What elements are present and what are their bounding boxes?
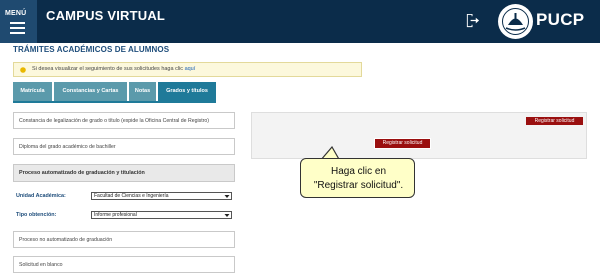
list-item-label: Constancia de legalización de grado o tí… <box>19 118 210 124</box>
tab-underline <box>13 101 216 103</box>
section-header-label: Proceso automatizado de graduación y tit… <box>19 170 145 176</box>
tab-grados-titulos[interactable]: Grados y títulos <box>158 82 216 101</box>
info-icon <box>20 67 26 73</box>
tipo-obtencion-select[interactable]: Informe profesional <box>91 211 232 219</box>
logout-icon[interactable] <box>465 13 480 28</box>
list-item-label: Solicitud en blanco <box>19 262 63 268</box>
list-item-proceso-no-automatizado[interactable]: Proceso no automatizado de graduación <box>13 231 235 248</box>
list-item-constancia[interactable]: Constancia de legalización de grado o tí… <box>13 112 235 129</box>
registrar-solicitud-button[interactable]: Registrar solicitud <box>374 138 431 149</box>
unidad-academica-value: Facultad de Ciencias e Ingeniería <box>94 193 169 199</box>
notice-text: Si desea visualizar el seguimiento de su… <box>32 66 196 72</box>
menu-button[interactable]: MENÚ <box>0 0 37 43</box>
pucp-seal-icon <box>498 4 533 39</box>
list-item-label: Diploma del grado académico de bachiller <box>19 144 116 150</box>
menu-label: MENÚ <box>5 10 27 17</box>
callout-line-2: "Registrar solicitud". <box>313 180 404 191</box>
list-item-diploma[interactable]: Diploma del grado académico de bachiller <box>13 138 235 155</box>
unidad-academica-select[interactable]: Facultad de Ciencias e Ingeniería <box>91 192 232 200</box>
hamburger-icon <box>10 22 25 34</box>
tipo-obtencion-value: Informe profesional <box>94 212 137 218</box>
notice-link[interactable]: aquí <box>185 66 196 72</box>
list-item-solicitud-blanco[interactable]: Solicitud en blanco <box>13 256 235 273</box>
pucp-logo-text: PUCP <box>536 10 585 29</box>
tipo-obtencion-label: Tipo obtención: <box>16 212 57 218</box>
chevron-down-icon <box>224 214 230 217</box>
list-item-label: Proceso no automatizado de graduación <box>19 237 113 243</box>
instruction-callout: Haga clic en "Registrar solicitud". <box>300 158 415 198</box>
tab-matricula[interactable]: Matrícula <box>13 82 52 101</box>
notice-banner: Si desea visualizar el seguimiento de su… <box>13 62 362 77</box>
tab-constancias[interactable]: Constancias y Cartas <box>54 82 127 101</box>
callout-line-1: Haga clic en <box>330 166 387 177</box>
section-header-proceso-automatizado[interactable]: Proceso automatizado de graduación y tit… <box>13 164 235 182</box>
app-title: CAMPUS VIRTUAL <box>46 8 166 23</box>
chevron-down-icon <box>224 195 230 198</box>
unidad-academica-label: Unidad Académica: <box>16 193 66 199</box>
registrar-solicitud-button-top[interactable]: Registrar solicitud <box>526 117 583 125</box>
tab-notas[interactable]: Notas <box>129 82 156 101</box>
page-title: TRÁMITES ACADÉMICOS DE ALUMNOS <box>13 45 170 54</box>
